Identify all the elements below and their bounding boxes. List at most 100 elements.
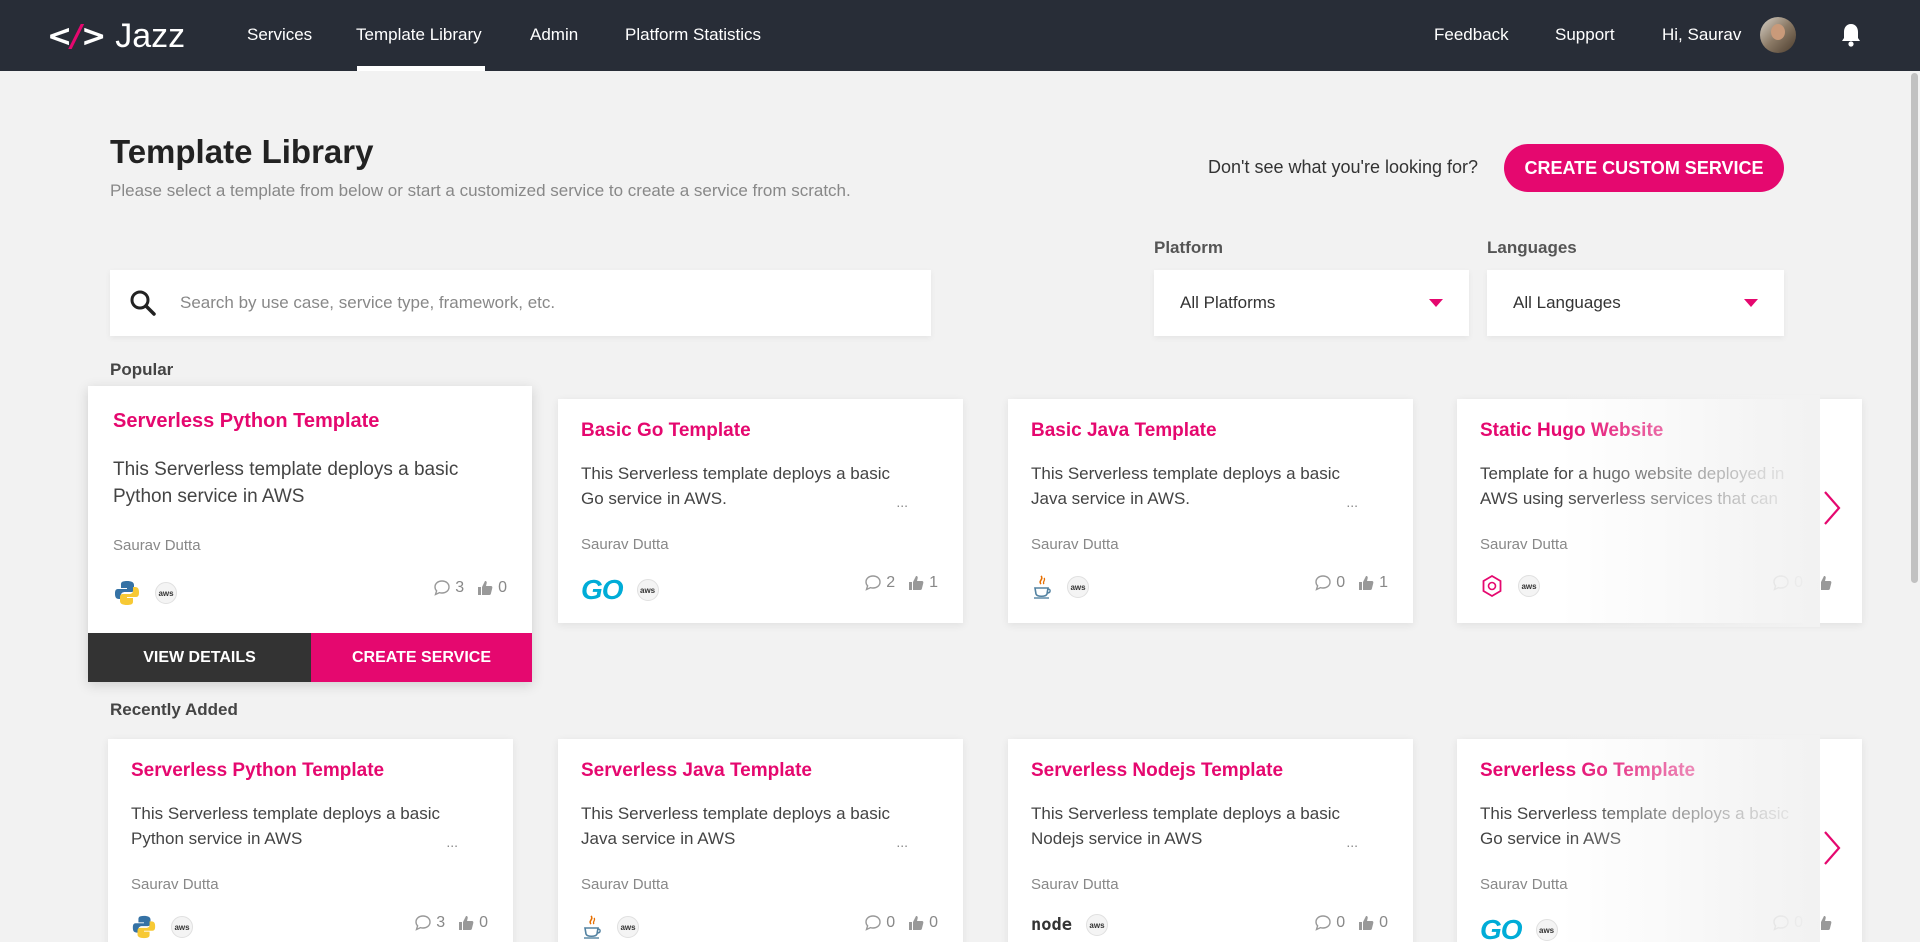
chevron-right-icon[interactable] xyxy=(1820,488,1844,528)
comment-icon xyxy=(865,915,881,931)
comments-value: 2 xyxy=(886,574,896,591)
comments-count[interactable]: 2 xyxy=(864,574,895,592)
card-tech-icons: aws xyxy=(1031,574,1089,600)
search-input[interactable] xyxy=(180,270,910,336)
template-card[interactable]: Basic Go Template This Serverless templa… xyxy=(558,399,963,623)
nav-platform-statistics[interactable]: Platform Statistics xyxy=(625,25,761,45)
card-stats: 0 xyxy=(1772,914,1837,932)
comments-value: 0 xyxy=(1336,914,1346,931)
card-author: Saurav Dutta xyxy=(1480,536,1568,553)
card-description: This Serverless template deploys a basic… xyxy=(1031,804,1340,848)
likes-count[interactable]: 0 xyxy=(476,579,507,597)
card-title[interactable]: Serverless Go Template xyxy=(1480,760,1695,782)
comment-icon xyxy=(415,915,431,931)
nav-template-library[interactable]: Template Library xyxy=(356,25,482,45)
card-title[interactable]: Serverless Java Template xyxy=(581,760,812,782)
likes-value: 1 xyxy=(929,574,938,591)
card-tech-icons: aws xyxy=(581,914,639,940)
card-title[interactable]: Basic Go Template xyxy=(581,420,751,442)
create-service-button[interactable]: CREATE SERVICE xyxy=(311,633,532,682)
thumbs-up-icon xyxy=(459,916,474,930)
likes-count[interactable]: 1 xyxy=(907,574,938,592)
more-ellipsis: ... xyxy=(1346,834,1358,850)
python-icon xyxy=(115,581,139,605)
card-title[interactable]: Serverless Nodejs Template xyxy=(1031,760,1283,782)
active-tab-indicator xyxy=(357,66,485,71)
card-title[interactable]: Static Hugo Website xyxy=(1480,420,1663,442)
bell-icon[interactable] xyxy=(1839,22,1863,48)
card-stats: 0 xyxy=(1772,574,1837,592)
comment-icon xyxy=(434,580,450,596)
likes-count[interactable] xyxy=(1815,574,1837,592)
nav-admin[interactable]: Admin xyxy=(530,25,578,45)
likes-value: 0 xyxy=(479,914,488,931)
comment-icon xyxy=(1315,575,1331,591)
languages-label: Languages xyxy=(1487,238,1577,257)
create-custom-service-button[interactable]: CREATE CUSTOM SERVICE xyxy=(1504,144,1784,192)
caret-down-icon xyxy=(1744,299,1758,307)
template-card[interactable]: Serverless Java Template This Serverless… xyxy=(558,739,963,942)
nav-support[interactable]: Support xyxy=(1555,25,1615,45)
template-card[interactable]: Basic Java Template This Serverless temp… xyxy=(1008,399,1413,623)
likes-count[interactable]: 1 xyxy=(1357,574,1388,592)
card-stats: 2 1 xyxy=(864,574,938,592)
java-icon xyxy=(584,915,601,939)
search-bar xyxy=(110,270,931,336)
comment-icon xyxy=(1773,575,1789,591)
view-details-button[interactable]: VIEW DETAILS xyxy=(88,633,311,682)
hugo-icon xyxy=(1482,574,1502,598)
comments-count[interactable]: 0 xyxy=(1314,574,1345,592)
nav-services[interactable]: Services xyxy=(247,25,312,45)
chevron-right-icon[interactable] xyxy=(1820,828,1844,868)
aws-icon: aws xyxy=(155,582,177,604)
caret-down-icon xyxy=(1429,299,1443,307)
aws-icon: aws xyxy=(636,579,659,601)
comments-value: 0 xyxy=(1336,574,1346,591)
template-card[interactable]: Serverless Nodejs Template This Serverle… xyxy=(1008,739,1413,942)
more-ellipsis: ... xyxy=(896,494,908,510)
comments-count[interactable]: 0 xyxy=(1314,914,1345,932)
card-title[interactable]: Serverless Python Template xyxy=(131,760,384,782)
thumbs-up-icon xyxy=(1359,576,1374,590)
aws-icon: aws xyxy=(617,916,639,938)
card-description: This Serverless template deploys a basic… xyxy=(1480,804,1789,848)
template-card[interactable]: Serverless Go Template This Serverless t… xyxy=(1457,739,1862,942)
comments-value: 3 xyxy=(436,914,446,931)
code-brackets-icon: </> xyxy=(47,18,106,54)
likes-count[interactable]: 0 xyxy=(1357,914,1388,932)
nav-feedback[interactable]: Feedback xyxy=(1434,25,1509,45)
user-greeting[interactable]: Hi, Saurav xyxy=(1662,25,1741,45)
comments-count[interactable]: 0 xyxy=(1772,914,1803,932)
scrollbar-thumb[interactable] xyxy=(1911,73,1918,583)
card-title[interactable]: Basic Java Template xyxy=(1031,420,1217,442)
comments-count[interactable]: 3 xyxy=(414,914,445,932)
comments-count[interactable]: 0 xyxy=(864,914,895,932)
likes-value: 1 xyxy=(1379,574,1388,591)
jazz-logo[interactable]: </> Jazz xyxy=(47,14,185,58)
thumbs-up-icon xyxy=(478,581,493,595)
template-card[interactable]: Serverless Python Template This Serverle… xyxy=(108,739,513,942)
page-title: Template Library xyxy=(110,133,374,170)
card-tech-icons: node aws xyxy=(1031,914,1108,936)
likes-count[interactable]: 0 xyxy=(907,914,938,932)
likes-count[interactable] xyxy=(1815,914,1837,932)
card-description: This Serverless template deploys a basic… xyxy=(1031,464,1340,508)
likes-count[interactable]: 0 xyxy=(457,914,488,932)
languages-select[interactable]: All Languages xyxy=(1487,270,1784,336)
template-card-featured[interactable]: Serverless Python Template This Serverle… xyxy=(88,386,532,682)
comments-count[interactable]: 3 xyxy=(433,579,464,597)
comments-value: 0 xyxy=(886,914,896,931)
card-title[interactable]: Serverless Python Template xyxy=(113,410,379,433)
platform-select[interactable]: All Platforms xyxy=(1154,270,1469,336)
card-description: This Serverless template deploys a basic… xyxy=(581,804,890,848)
card-tech-icons: GO aws xyxy=(1480,914,1558,942)
template-card[interactable]: Static Hugo Website Template for a hugo … xyxy=(1457,399,1862,623)
card-stats: 0 0 xyxy=(1314,914,1388,932)
comments-count[interactable]: 0 xyxy=(1772,574,1803,592)
page-scrollbar[interactable] xyxy=(1909,71,1920,942)
avatar[interactable] xyxy=(1760,17,1796,53)
more-ellipsis: ... xyxy=(446,834,458,850)
aws-icon: aws xyxy=(171,916,193,938)
go-icon: GO xyxy=(581,574,624,605)
platform-label: Platform xyxy=(1154,238,1223,257)
